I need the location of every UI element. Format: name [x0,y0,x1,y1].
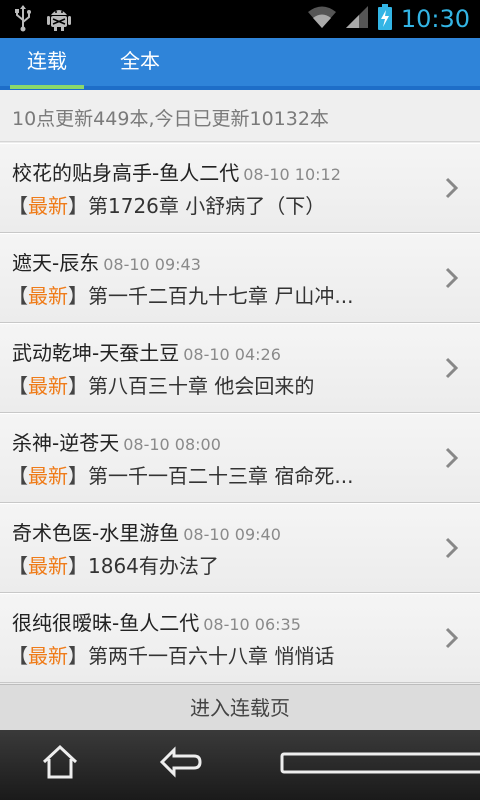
system-nav-bar [0,730,480,800]
update-time: 08-10 09:43 [103,255,201,274]
signal-icon [345,5,369,33]
book-title: 校花的贴身高手-鱼人二代 [12,161,240,185]
tab-serial[interactable]: 连载 [10,38,84,86]
back-icon[interactable] [158,742,204,786]
chevron-right-icon [445,267,459,289]
chapter-title: 1864有办法了 [88,554,219,578]
chevron-right-icon [445,177,459,199]
latest-tag: 最新 [28,284,68,308]
latest-tag: 最新 [28,644,68,668]
tab-active-indicator [10,85,84,89]
book-list-item[interactable]: 奇术色医-水里游鱼 08-10 09:40 【最新】1864有办法了 [0,503,480,593]
chapter-title: 第一千二百九十七章 尸山冲... [88,284,354,308]
book-title: 杀神-逆苍天 [12,431,120,455]
book-list-item[interactable]: 很纯很暧昧-鱼人二代 08-10 06:35 【最新】第两千一百六十八章 悄悄话 [0,593,480,683]
book-list-item[interactable]: 杀神-逆苍天 08-10 08:00 【最新】第一千一百二十三章 宿命死... [0,413,480,503]
latest-tag: 最新 [28,464,68,488]
tab-bar: 连载 全本 [0,38,480,90]
chevron-right-icon [445,537,459,559]
update-time: 08-10 09:40 [183,525,281,544]
latest-tag: 最新 [28,194,68,218]
android-debug-icon [46,4,72,36]
latest-tag: 最新 [28,374,68,398]
chapter-title: 第一千一百二十三章 宿命死... [88,464,354,488]
update-time: 08-10 10:12 [243,165,341,184]
usb-icon [14,4,32,36]
update-time: 08-10 06:35 [203,615,301,634]
recent-apps-icon[interactable] [280,750,480,778]
chapter-title: 第两千一百六十八章 悄悄话 [88,644,335,668]
update-time: 08-10 08:00 [123,435,221,454]
update-summary-text: 10点更新449本,今日已更新10132本 [12,108,329,130]
update-summary: 10点更新449本,今日已更新10132本 [0,90,480,142]
chapter-title: 第1726章 小舒病了（下） [88,194,326,218]
book-title: 武动乾坤-天蚕土豆 [12,341,180,365]
battery-icon [377,3,393,35]
latest-chapter: 【最新】第两千一百六十八章 悄悄话 [8,644,335,668]
book-list-item[interactable]: 遮天-辰东 08-10 09:43 【最新】第一千二百九十七章 尸山冲... [0,233,480,323]
latest-chapter: 【最新】1864有办法了 [8,554,219,578]
chapter-title: 第八百三十章 他会回来的 [88,374,315,398]
latest-tag: 最新 [28,554,68,578]
book-list-item[interactable]: 校花的贴身高手-鱼人二代 08-10 10:12 【最新】第1726章 小舒病了（… [0,143,480,233]
status-bar: 10:30 [0,0,480,38]
book-title: 奇术色医-水里游鱼 [12,521,180,545]
chevron-right-icon [445,627,459,649]
book-title: 很纯很暧昧-鱼人二代 [12,611,200,635]
book-title: 遮天-辰东 [12,251,100,275]
book-list-item[interactable]: 武动乾坤-天蚕土豆 08-10 04:26 【最新】第八百三十章 他会回来的 [0,323,480,413]
wifi-icon [307,5,337,33]
clock: 10:30 [400,5,470,33]
enter-serial-page-button[interactable]: 进入连载页 [0,684,480,730]
update-time: 08-10 04:26 [183,345,281,364]
latest-chapter: 【最新】第八百三十章 他会回来的 [8,374,315,398]
tab-complete[interactable]: 全本 [100,38,180,86]
book-list: 校花的贴身高手-鱼人二代 08-10 10:12 【最新】第1726章 小舒病了（… [0,143,480,683]
latest-chapter: 【最新】第一千二百九十七章 尸山冲... [8,284,354,308]
home-icon[interactable] [40,742,80,786]
chevron-right-icon [445,357,459,379]
latest-chapter: 【最新】第一千一百二十三章 宿命死... [8,464,354,488]
chevron-right-icon [445,447,459,469]
latest-chapter: 【最新】第1726章 小舒病了（下） [8,194,326,218]
